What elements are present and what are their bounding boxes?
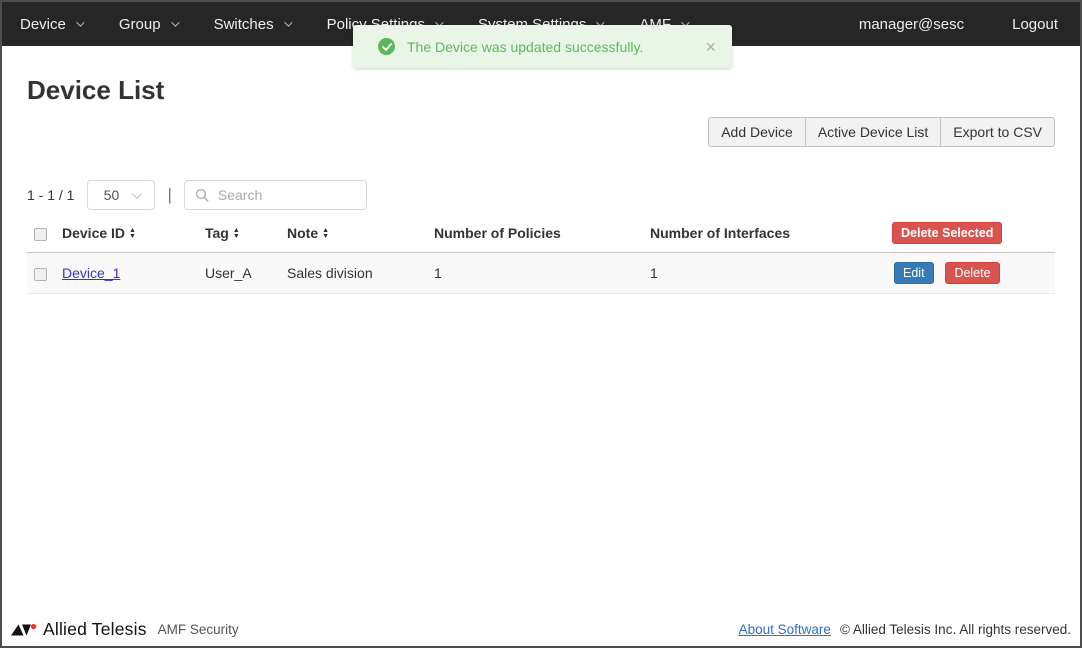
table-header-row: Device ID ▲ ▼ Tag ▲ ▼ Note ▲ ▼ Number of Polic… bbox=[27, 217, 1055, 253]
sort-icon[interactable]: ▲ ▼ bbox=[129, 227, 136, 240]
logout-button[interactable]: Logout bbox=[1012, 16, 1058, 33]
toolbar-button-group: Add Device Active Device List Export to … bbox=[708, 117, 1055, 147]
device-table: Device ID ▲ ▼ Tag ▲ ▼ Note ▲ ▼ Number of Polic… bbox=[27, 217, 1055, 294]
toast-message: The Device was updated successfully. bbox=[407, 38, 644, 55]
success-check-icon bbox=[378, 38, 395, 55]
edit-button[interactable]: Edit bbox=[894, 262, 934, 284]
navbar-right: manager@sesc Logout bbox=[859, 16, 1058, 33]
num-policies-cell: 1 bbox=[434, 252, 650, 294]
select-all-checkbox[interactable] bbox=[34, 227, 47, 241]
column-label: Note bbox=[287, 225, 319, 241]
device-id-link[interactable]: Device_1 bbox=[62, 265, 120, 281]
column-label: Tag bbox=[205, 225, 229, 241]
toolbar: Add Device Active Device List Export to … bbox=[27, 117, 1055, 147]
nav-item-label: Switches bbox=[213, 15, 274, 33]
column-header-num-interfaces: Number of Interfaces bbox=[650, 217, 882, 253]
export-to-csv-button[interactable]: Export to CSV bbox=[940, 117, 1055, 147]
delete-selected-button[interactable]: Delete Selected bbox=[892, 222, 1003, 244]
column-header-device-id[interactable]: Device ID ▲ ▼ bbox=[62, 217, 205, 253]
nav-item-label: Device bbox=[20, 15, 66, 33]
add-device-button[interactable]: Add Device bbox=[708, 117, 806, 147]
page-size-select[interactable]: 50 bbox=[87, 180, 156, 210]
controls-separator: | bbox=[167, 185, 172, 204]
chevron-down-icon bbox=[132, 188, 143, 199]
column-header-num-policies: Number of Policies bbox=[434, 217, 650, 253]
search-input[interactable] bbox=[215, 186, 356, 204]
nav-item-label: Group bbox=[118, 15, 161, 33]
page-title: Device List bbox=[27, 75, 165, 105]
app-window: Device Group Switches Policy Settings Sy… bbox=[0, 0, 1082, 648]
chevron-down-icon bbox=[283, 18, 293, 27]
active-device-list-button[interactable]: Active Device List bbox=[804, 117, 942, 147]
logged-in-user: manager@sesc bbox=[858, 15, 965, 33]
chevron-down-icon bbox=[170, 18, 180, 27]
column-label: Device ID bbox=[62, 225, 126, 241]
close-icon[interactable]: × bbox=[705, 38, 716, 56]
nav-item-group[interactable]: Group bbox=[118, 15, 180, 33]
page-size-value: 50 bbox=[103, 187, 120, 203]
nav-item-device[interactable]: Device bbox=[20, 15, 85, 33]
copyright-text: © Allied Telesis Inc. All rights reserve… bbox=[839, 622, 1071, 637]
toast-success: The Device was updated successfully. × bbox=[353, 25, 732, 68]
column-header-note[interactable]: Note ▲ ▼ bbox=[287, 217, 434, 253]
column-label: Number of Policies bbox=[434, 225, 561, 241]
note-cell: Sales division bbox=[287, 252, 434, 294]
search-icon bbox=[195, 188, 209, 202]
sort-icon[interactable]: ▲ ▼ bbox=[322, 227, 329, 240]
tag-cell: User_A bbox=[205, 252, 287, 294]
column-label: Number of Interfaces bbox=[650, 225, 791, 241]
nav-item-switches[interactable]: Switches bbox=[213, 15, 293, 33]
sort-icon[interactable]: ▲ ▼ bbox=[233, 227, 240, 240]
footer-right: About Software © Allied Telesis Inc. All… bbox=[739, 622, 1071, 637]
table-row: Device_1 User_A Sales division 1 1 Edit … bbox=[27, 252, 1055, 294]
about-software-link[interactable]: About Software bbox=[739, 622, 831, 637]
list-controls: 1 - 1 / 1 50 | bbox=[27, 180, 1055, 210]
allied-telesis-logo-icon bbox=[11, 623, 37, 635]
footer: Allied Telesis AMF Security About Softwa… bbox=[2, 613, 1080, 646]
search-box bbox=[183, 180, 367, 210]
brand-name: Allied Telesis bbox=[43, 619, 147, 639]
product-name: AMF Security bbox=[157, 622, 239, 637]
num-interfaces-cell: 1 bbox=[650, 252, 882, 294]
row-checkbox[interactable] bbox=[34, 267, 47, 281]
pagination-range: 1 - 1 / 1 bbox=[27, 187, 75, 203]
chevron-down-icon bbox=[76, 18, 85, 27]
column-header-tag[interactable]: Tag ▲ ▼ bbox=[205, 217, 287, 253]
main-content: Device List Add Device Active Device Lis… bbox=[2, 75, 1080, 294]
delete-button[interactable]: Delete bbox=[945, 262, 1000, 284]
